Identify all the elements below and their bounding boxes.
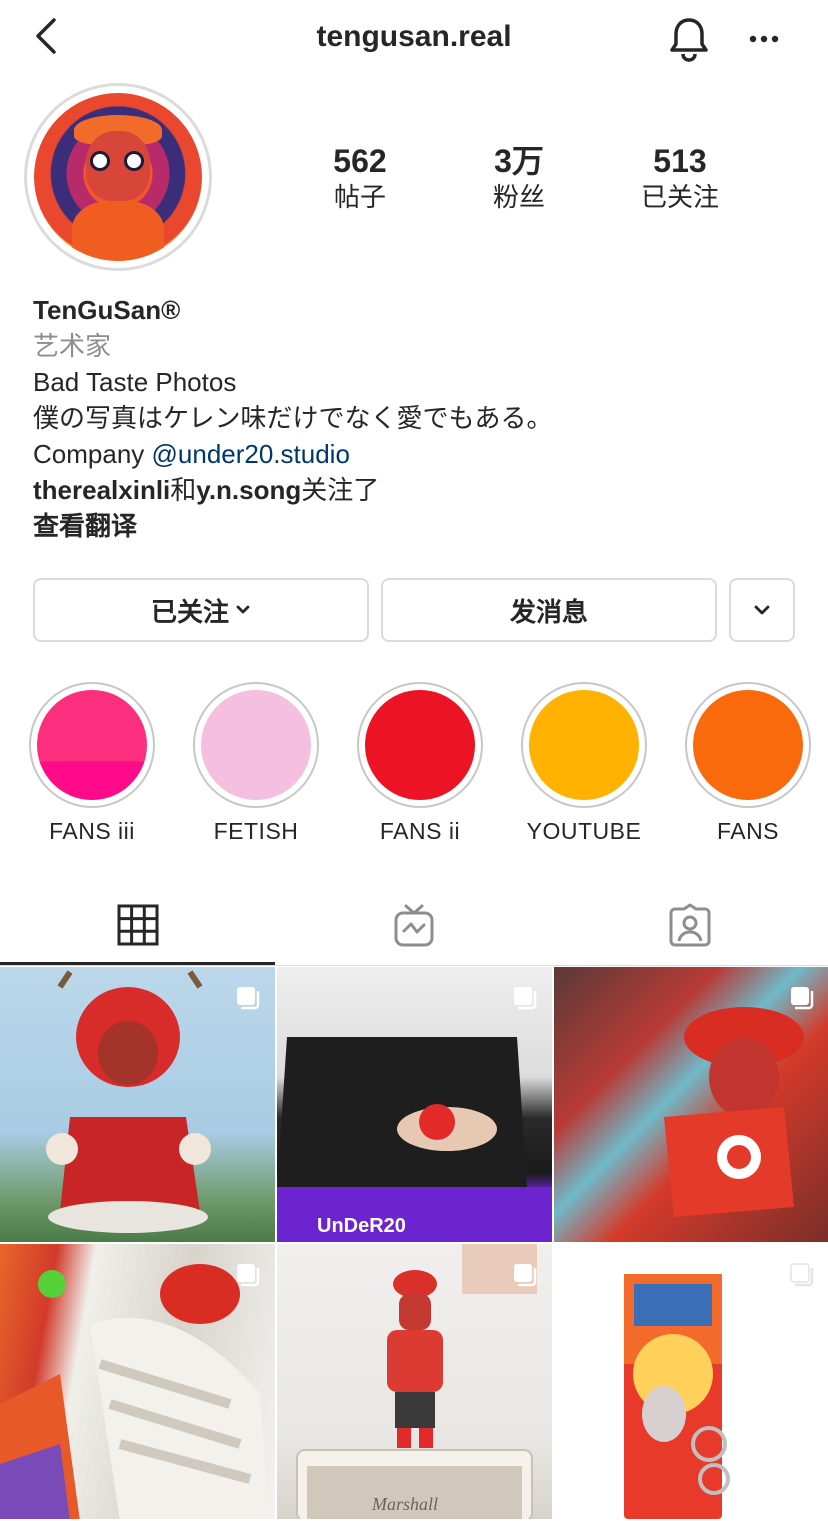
- message-button-label: 发消息: [509, 596, 588, 627]
- tab-igtv[interactable]: [276, 888, 552, 966]
- highlight-label: FANS iii: [49, 818, 135, 844]
- bio-line-1: Bad Taste Photos: [33, 367, 237, 397]
- followers-count: 3万: [494, 143, 544, 179]
- stat-posts[interactable]: 562 帖子: [290, 142, 430, 214]
- active-tab-indicator: [0, 962, 275, 965]
- post-red-figure[interactable]: [554, 967, 828, 1242]
- tab-tagged[interactable]: [552, 888, 828, 966]
- bell-icon[interactable]: [664, 14, 714, 64]
- multiple-photos-icon: [512, 1262, 538, 1288]
- followed-by-and: 和: [170, 475, 197, 505]
- highlight-fetish[interactable]: FETISH: [193, 682, 323, 845]
- highlight-label: FANS: [716, 818, 780, 844]
- chevron-down-icon: [753, 604, 771, 616]
- highlight-youtube[interactable]: YOUTUBE: [521, 682, 651, 845]
- multiple-photos-icon: [235, 1262, 261, 1288]
- multiple-photos-icon: [235, 985, 261, 1011]
- profile-bio: TenGuSan® 艺术家 Bad Taste Photos 僕の写真はケレン味…: [33, 292, 813, 544]
- stat-following[interactable]: 513 已关注: [610, 142, 750, 214]
- category-label: 艺术家: [33, 331, 112, 361]
- highlight-label: YOUTUBE: [526, 818, 642, 844]
- message-button[interactable]: 发消息: [381, 578, 717, 642]
- company-link[interactable]: @under20.studio: [152, 439, 350, 469]
- suggested-accounts-button[interactable]: [729, 578, 795, 642]
- bio-line-2: 僕の写真はケレン味だけでなく愛でもある。: [33, 403, 553, 433]
- top-bar: tengusan.real: [0, 0, 828, 80]
- avatar[interactable]: [34, 93, 202, 261]
- highlight-label: FETISH: [213, 818, 299, 844]
- highlight-fans-ii[interactable]: FANS ii: [357, 682, 487, 845]
- following-count: 513: [653, 143, 707, 179]
- highlight-fans[interactable]: FANS: [685, 682, 815, 845]
- followed-by-line[interactable]: therealxinli和y.n.song关注了: [33, 472, 813, 508]
- multiple-photos-icon: [789, 1262, 815, 1288]
- posts-count: 562: [333, 143, 387, 179]
- followed-by-user-1: therealxinli: [33, 475, 171, 505]
- see-translation-link[interactable]: 查看翻译: [33, 511, 137, 541]
- post-overlay-text: UnDeR20: [317, 1215, 406, 1237]
- multiple-photos-icon: [512, 985, 538, 1011]
- post-speaker-figure[interactable]: Marshall: [277, 1244, 552, 1519]
- display-name: TenGuSan®: [33, 295, 181, 325]
- tab-posts-grid[interactable]: [0, 888, 276, 966]
- grid-icon: [117, 904, 159, 951]
- chevron-down-icon: [235, 604, 251, 616]
- posts-label: 帖子: [333, 182, 386, 212]
- post-packaged-keychain[interactable]: [554, 1244, 828, 1519]
- following-button[interactable]: 已关注: [33, 578, 369, 642]
- post-santa-figure[interactable]: [0, 967, 275, 1242]
- followed-by-user-2: y.n.song: [196, 475, 302, 505]
- multiple-photos-icon: [789, 985, 815, 1011]
- post-bag-keychain[interactable]: UnDeR20: [277, 967, 552, 1242]
- highlight-fans-iii[interactable]: FANS iii: [29, 682, 159, 845]
- followed-by-suffix: 关注了: [301, 475, 380, 505]
- tv-icon: [392, 902, 436, 953]
- following-button-label: 已关注: [150, 596, 229, 627]
- highlight-label: FANS ii: [379, 818, 461, 844]
- profile-tabs: [0, 888, 828, 966]
- tagged-person-icon: [667, 903, 713, 952]
- following-label: 已关注: [640, 182, 719, 212]
- followers-label: 粉丝: [492, 182, 545, 212]
- post-overlay-text: Marshall: [371, 1494, 438, 1514]
- bio-company-line: Company @under20.studio: [33, 436, 813, 472]
- more-options-icon[interactable]: [745, 26, 783, 52]
- post-sneaker[interactable]: [0, 1244, 275, 1519]
- stat-followers[interactable]: 3万 粉丝: [449, 142, 589, 214]
- company-prefix: Company: [33, 439, 152, 469]
